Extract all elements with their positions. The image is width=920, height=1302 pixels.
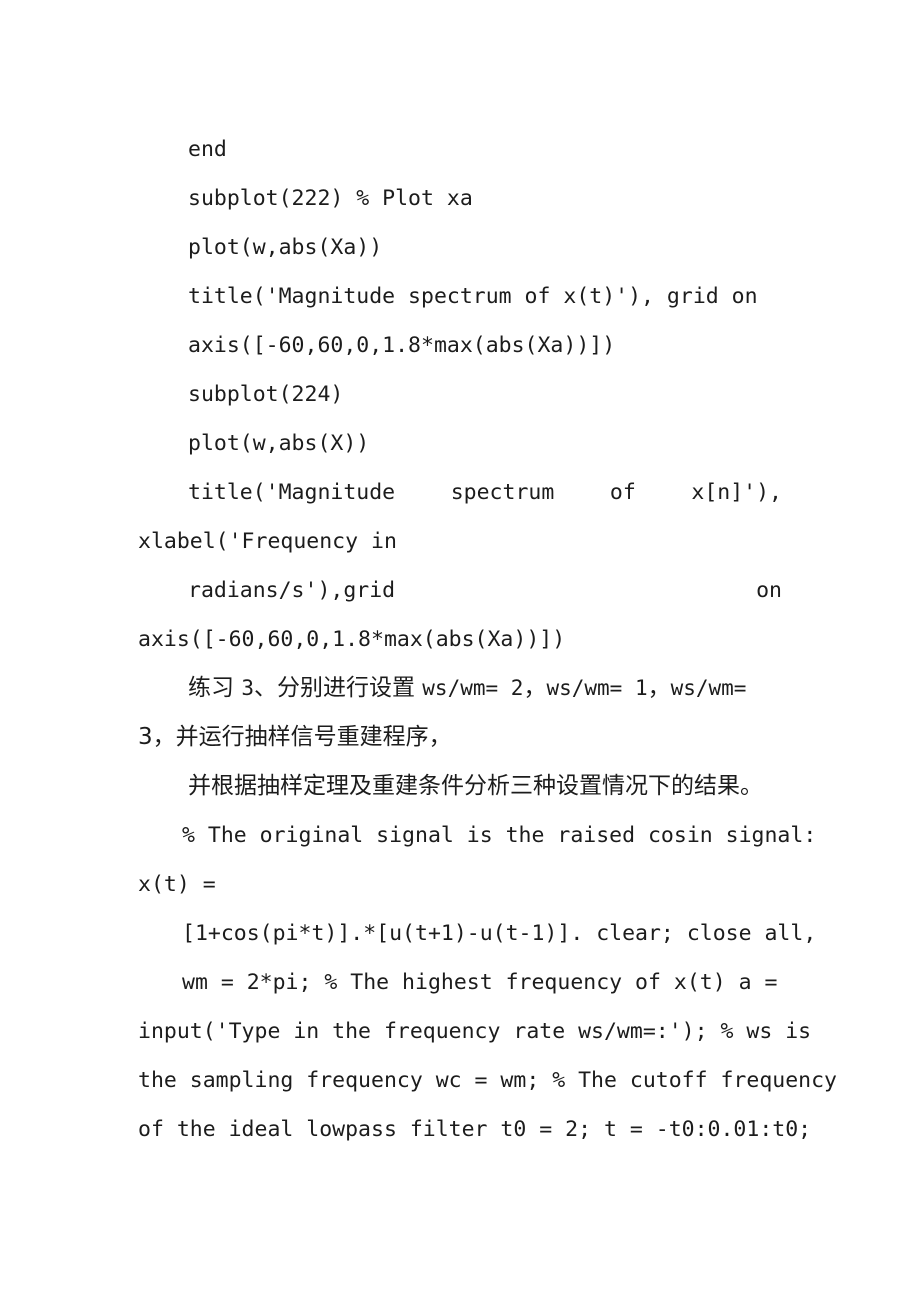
code2-line-xt-equals: x(t) = xyxy=(138,872,216,897)
code2-line-sampling-frequency: the sampling frequency wc = wm; % The cu… xyxy=(138,1068,837,1093)
exercise-number: 3 xyxy=(241,676,254,700)
code2-line-comment-original-signal: % The original signal is the raised cosi… xyxy=(182,823,817,848)
exercise-ratio-1: ws/wm= 2 xyxy=(422,676,524,700)
code2-line-input-frequency-rate: input('Type in the frequency rate ws/wm=… xyxy=(138,1019,812,1044)
exercise-heading-line-2: 3，并运行抽样信号重建程序， xyxy=(138,724,452,750)
code2-line-wm-highest-frequency: wm = 2*pi; % The highest frequency of x(… xyxy=(182,970,778,995)
code-token-spectrum: spectrum xyxy=(450,480,555,505)
exercise-ratio-2: ws/wm= 1 xyxy=(546,676,648,700)
code-line-subplot-224: subplot(224) xyxy=(188,382,344,407)
code-line-plot-abs-x: plot(w,abs(X)) xyxy=(188,431,370,456)
exercise-heading-line-1: 练习 3、分别进行设置 ws/wm= 2，ws/wm= 1，ws/wm= xyxy=(138,664,782,713)
document-body: end subplot(222) % Plot xa plot(w,abs(Xa… xyxy=(138,125,837,1154)
code2-line-raised-cosine-expr: [1+cos(pi*t)].*[u(t+1)-u(t-1)]. clear; c… xyxy=(182,921,817,946)
code-line-xlabel: xlabel('Frequency in xyxy=(138,529,397,554)
code-line-axis-2: axis([-60,60,0,1.8*max(abs(Xa))]) xyxy=(138,627,566,652)
exercise-ratio-3: ws/wm= xyxy=(670,676,747,700)
exercise-label-cn: 练习 xyxy=(188,675,234,701)
code-token-xn: x[n]'), xyxy=(691,480,782,505)
code-line-end: end xyxy=(188,137,227,162)
exercise-comma-2: ， xyxy=(647,675,671,701)
code2-line-lowpass-filter-t0: of the ideal lowpass filter t0 = 2; t = … xyxy=(138,1117,812,1142)
exercise-paragraph: 并根据抽样定理及重建条件分析三种设置情况下的结果。 xyxy=(188,773,763,799)
document-page: end subplot(222) % Plot xa plot(w,abs(Xa… xyxy=(0,0,920,1302)
exercise-comma-1: ， xyxy=(523,675,547,701)
code-token-on: on xyxy=(756,578,782,603)
code-token-radians-grid: radians/s'),grid xyxy=(188,578,396,603)
code-line-title-magnitude-xt: title('Magnitude spectrum of x(t)'), gri… xyxy=(188,284,758,309)
code-token-of: of xyxy=(609,480,636,505)
code-line-subplot-222: subplot(222) % Plot xa xyxy=(188,186,473,211)
code-line-radians-grid-on: radians/s'),grid on xyxy=(138,566,782,615)
code-line-plot-abs-xa: plot(w,abs(Xa)) xyxy=(188,235,383,260)
code-line-axis-1: axis([-60,60,0,1.8*max(abs(Xa))]) xyxy=(188,333,616,358)
code-token-title-open: title('Magnitude xyxy=(188,480,396,505)
exercise-text-cn-b: 、分别进行设置 xyxy=(253,675,415,701)
code-line-title-magnitude-xn: title('Magnitude spectrum of x[n]'), xyxy=(138,468,782,517)
